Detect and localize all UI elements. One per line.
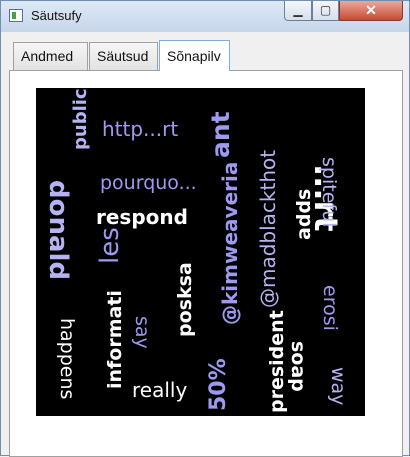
word-cloud-word: respond bbox=[96, 205, 188, 229]
word-cloud-word: happens bbox=[56, 318, 78, 399]
word-cloud-word: pourquo... bbox=[100, 172, 197, 194]
word-cloud-word: say bbox=[131, 316, 153, 349]
word-cloud-word: really bbox=[132, 378, 187, 402]
app-window: Säutsufy ▁ ▢ ✕ Andmed Säutsud Sõnapilv p… bbox=[0, 0, 410, 457]
word-cloud-word: ant bbox=[206, 111, 235, 158]
word-cloud-word: les bbox=[95, 227, 125, 264]
tab-sautsud[interactable]: Säutsud bbox=[89, 42, 158, 70]
tab-sonapilv[interactable]: Sõnapilv bbox=[159, 40, 230, 71]
word-cloud-word: spiteful bbox=[318, 157, 340, 227]
word-cloud-word: posksa bbox=[174, 262, 196, 337]
word-cloud-word: erosi bbox=[319, 285, 341, 331]
word-cloud: public http...rt ant ...rt pourquo... respond… bbox=[36, 88, 365, 416]
word-cloud-word: public bbox=[70, 88, 91, 150]
maximize-button[interactable]: ▢ bbox=[312, 1, 339, 21]
word-cloud-word: informati bbox=[104, 290, 126, 389]
word-cloud-word: president bbox=[266, 310, 288, 413]
word-cloud-word: adds bbox=[293, 189, 315, 240]
word-cloud-word: donald bbox=[43, 180, 73, 280]
app-icon bbox=[9, 9, 23, 22]
word-cloud-word: way bbox=[327, 367, 349, 405]
word-cloud-word: http...rt bbox=[102, 117, 178, 141]
tab-andmed[interactable]: Andmed bbox=[13, 42, 88, 70]
word-cloud-word: 50% bbox=[206, 358, 231, 411]
word-cloud-canvas: public http...rt ant...rtpourquo...respond… bbox=[36, 88, 365, 416]
word-cloud-word: @madblackthot bbox=[256, 150, 280, 308]
close-button[interactable]: ✕ bbox=[339, 1, 403, 21]
word-cloud-word: @kimweaveria bbox=[218, 162, 242, 325]
title-bar[interactable]: Säutsufy ▁ ▢ ✕ bbox=[1, 1, 409, 32]
minimize-button[interactable]: ▁ bbox=[284, 1, 312, 21]
window-title: Säutsufy bbox=[31, 8, 82, 23]
word-cloud-word: soap bbox=[287, 341, 309, 392]
